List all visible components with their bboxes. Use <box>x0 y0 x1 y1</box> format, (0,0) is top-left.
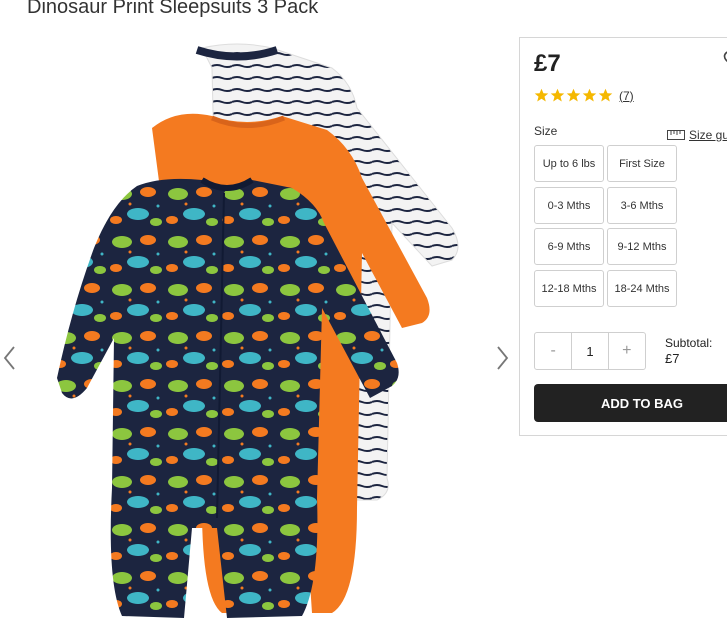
product-price: £7 <box>534 50 561 77</box>
size-option[interactable]: 18-24 Mths <box>607 270 677 307</box>
ruler-icon <box>667 130 685 140</box>
subtotal-label: Subtotal: <box>665 336 713 350</box>
star-icon <box>582 88 597 102</box>
heart-icon[interactable] <box>723 50 727 70</box>
subtotal-amount: £7 <box>665 351 680 366</box>
size-guide-link[interactable]: Size guide <box>667 128 727 142</box>
next-image-button[interactable] <box>492 345 512 371</box>
size-option[interactable]: First Size <box>607 145 677 182</box>
size-option[interactable]: 3-6 Mths <box>607 187 677 224</box>
page-title: Dinosaur Print Sleepsuits 3 Pack <box>27 0 319 18</box>
chevron-left-icon <box>3 346 15 370</box>
star-icon <box>534 88 549 102</box>
size-option[interactable]: 6-9 Mths <box>534 228 604 265</box>
prev-image-button[interactable] <box>0 345 20 371</box>
product-rating: (7) <box>534 88 634 103</box>
add-to-bag-button[interactable]: ADD TO BAG <box>534 384 727 422</box>
size-option[interactable]: Up to 6 lbs <box>534 145 604 182</box>
size-guide-label: Size guide <box>689 128 727 142</box>
subtotal: Subtotal: £7 <box>665 335 712 367</box>
size-label: Size <box>534 124 558 138</box>
quantity-increase-button[interactable]: + <box>609 333 645 369</box>
quantity-input[interactable]: 1 <box>571 333 609 369</box>
size-option[interactable]: 9-12 Mths <box>607 228 677 265</box>
product-image <box>52 38 464 618</box>
quantity-stepper: - 1 + <box>534 332 646 370</box>
purchase-panel: £7 (7) Size Size guide Up to 6 lbs First… <box>519 37 727 436</box>
star-icon <box>566 88 581 102</box>
review-count-link[interactable]: (7) <box>619 89 634 103</box>
quantity-decrease-button[interactable]: - <box>535 333 571 369</box>
chevron-right-icon <box>497 346 509 370</box>
star-icon <box>598 88 613 102</box>
size-option[interactable]: 0-3 Mths <box>534 187 604 224</box>
size-option[interactable]: 12-18 Mths <box>534 270 604 307</box>
star-icon <box>550 88 565 102</box>
